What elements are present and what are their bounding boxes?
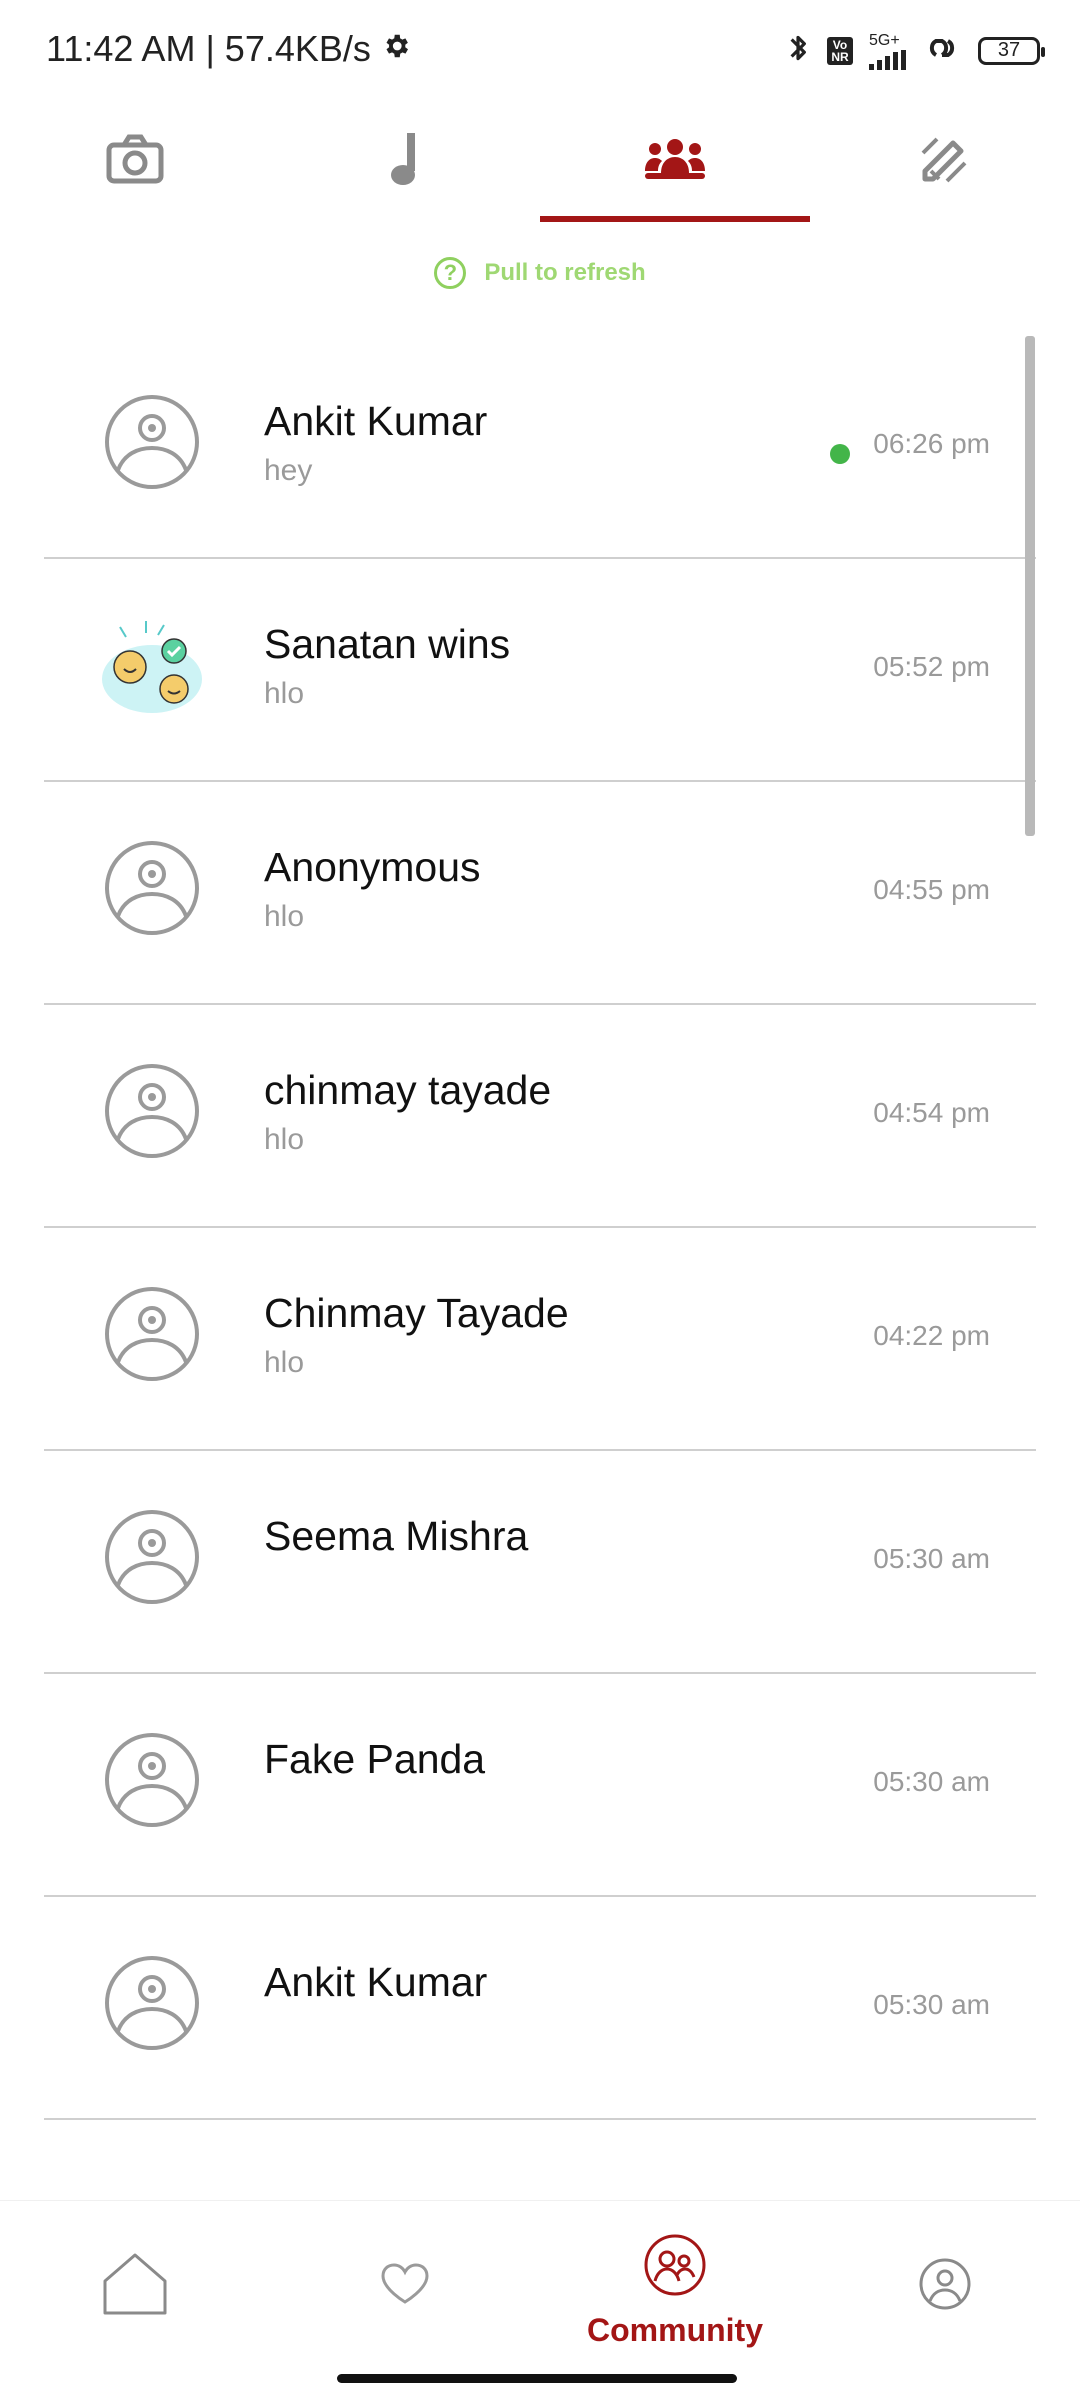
- network-speed: 57.4KB/s: [224, 28, 371, 69]
- chat-list: Ankit Kumar hey 06:26 pm Sanatan wins hl…: [44, 336, 1036, 2120]
- chat-name: Ankit Kumar: [264, 398, 488, 444]
- default-avatar-icon: [104, 1286, 200, 1382]
- default-avatar-icon: [104, 1732, 200, 1828]
- camera-icon: [106, 133, 164, 190]
- community-icon: [643, 2233, 707, 2302]
- chat-name: Ankit Kumar: [264, 1959, 488, 2005]
- default-avatar-icon: [104, 1063, 200, 1159]
- tab-write[interactable]: [810, 100, 1080, 222]
- signal-group: 5G+: [869, 32, 906, 70]
- hotspot-link-icon: [922, 33, 962, 68]
- chat-time: 05:30 am: [873, 1766, 990, 1797]
- default-avatar-icon: [104, 394, 200, 490]
- network-type: 5G+: [869, 31, 900, 49]
- status-bar: 11:42 AM | 57.4KB/s Vo NR 5G+ 37: [0, 0, 1080, 100]
- edit-icon: [917, 131, 973, 192]
- chat-row[interactable]: Anonymous hlo 04:55 pm: [44, 782, 1036, 1005]
- default-avatar-icon: [104, 1509, 200, 1605]
- music-note-icon: [385, 131, 425, 192]
- pull-to-refresh-label: Pull to refresh: [484, 259, 646, 286]
- chat-time: 05:30 am: [873, 1989, 990, 2020]
- chat-row[interactable]: chinmay tayade hlo 04:54 pm: [44, 1005, 1036, 1228]
- sticker-avatar-icon: [96, 609, 208, 721]
- nav-favorites[interactable]: [270, 2201, 540, 2381]
- nav-community[interactable]: Community: [540, 2201, 810, 2381]
- chat-preview: hlo: [264, 677, 305, 710]
- chat-name: Chinmay Tayade: [264, 1290, 569, 1336]
- default-avatar-icon: [104, 1955, 200, 2051]
- profile-icon: [918, 2257, 972, 2316]
- online-indicator: [830, 444, 850, 464]
- heart-icon: [380, 2262, 430, 2311]
- battery-icon: 37: [978, 36, 1045, 65]
- chat-row[interactable]: Sanatan wins hlo 05:52 pm: [44, 559, 1036, 782]
- chat-row[interactable]: Seema Mishra 05:30 am: [44, 1451, 1036, 1674]
- chat-time: 04:22 pm: [873, 1320, 990, 1351]
- chat-time: 05:30 am: [873, 1543, 990, 1574]
- signal-bars-icon: [869, 49, 906, 70]
- status-separator: |: [205, 28, 215, 69]
- tab-music[interactable]: [270, 100, 540, 222]
- bluetooth-icon: [785, 30, 811, 71]
- chat-preview: hlo: [264, 900, 305, 933]
- home-indicator[interactable]: [337, 2374, 737, 2383]
- chat-name: Fake Panda: [264, 1736, 486, 1782]
- status-right: Vo NR 5G+ 37: [785, 30, 1045, 71]
- group-icon: [643, 135, 707, 188]
- battery-level: 37: [997, 39, 1021, 61]
- status-left: 11:42 AM | 57.4KB/s: [46, 28, 411, 70]
- chat-row[interactable]: Fake Panda 05:30 am: [44, 1674, 1036, 1897]
- chat-row[interactable]: Ankit Kumar 05:30 am: [44, 1897, 1036, 2120]
- volte-badge: Vo NR: [827, 36, 853, 65]
- pull-to-refresh: ? Pull to refresh: [0, 248, 1080, 298]
- chat-name: Anonymous: [264, 844, 481, 890]
- chat-row[interactable]: Ankit Kumar hey 06:26 pm: [44, 336, 1036, 559]
- settings-gear-icon: [381, 28, 411, 70]
- tab-community[interactable]: [540, 100, 810, 222]
- chat-time: 04:54 pm: [873, 1097, 990, 1128]
- chat-name: Sanatan wins: [264, 621, 511, 667]
- nav-community-label: Community: [587, 2312, 763, 2348]
- home-icon: [100, 2251, 170, 2322]
- status-time: 11:42 AM: [46, 28, 196, 69]
- tab-camera[interactable]: [0, 100, 270, 222]
- chat-time: 04:55 pm: [873, 874, 990, 905]
- chat-time: 05:52 pm: [873, 651, 990, 682]
- top-tab-bar: [0, 100, 1080, 222]
- bottom-nav: Community: [0, 2200, 1080, 2401]
- nav-profile[interactable]: [810, 2201, 1080, 2381]
- chat-preview: hlo: [264, 1346, 305, 1379]
- chat-time: 06:26 pm: [873, 428, 990, 459]
- chat-name: chinmay tayade: [264, 1067, 552, 1113]
- list-scrollbar[interactable]: [1025, 336, 1035, 836]
- default-avatar-icon: [104, 840, 200, 936]
- help-circle-icon: ?: [434, 257, 467, 289]
- chat-row[interactable]: Chinmay Tayade hlo 04:22 pm: [44, 1228, 1036, 1451]
- nav-home[interactable]: [0, 2201, 270, 2381]
- chat-preview: hey: [264, 454, 313, 487]
- chat-preview: hlo: [264, 1123, 305, 1156]
- chat-name: Seema Mishra: [264, 1513, 529, 1559]
